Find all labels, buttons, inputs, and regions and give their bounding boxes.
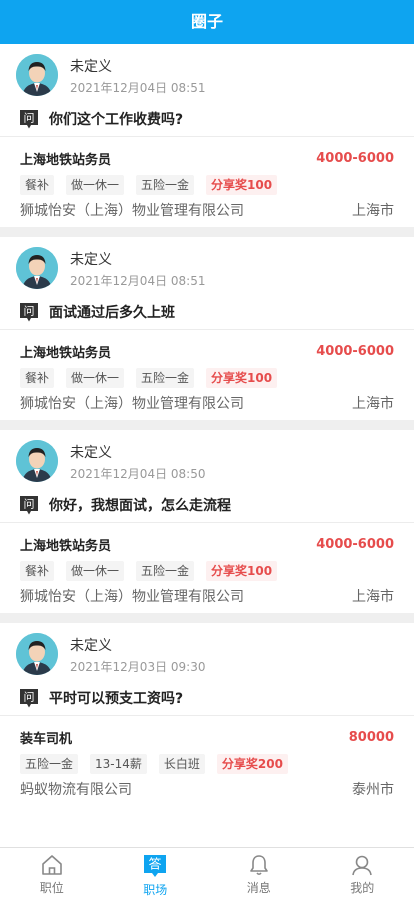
bell-icon bbox=[246, 853, 272, 877]
company-name: 蚂蚁物流有限公司 bbox=[20, 780, 132, 800]
user-name: 未定义 bbox=[70, 444, 205, 462]
job-city: 上海市 bbox=[352, 201, 394, 221]
svg-text:问: 问 bbox=[24, 305, 35, 318]
avatar[interactable] bbox=[16, 440, 58, 482]
job-tag: 餐补 bbox=[20, 561, 54, 581]
company-name: 狮城怡安（上海）物业管理有限公司 bbox=[20, 201, 244, 221]
question-block[interactable]: 未定义 2021年12月04日 08:51 问 面试通过后多久上班 bbox=[0, 237, 414, 330]
job-city: 泰州市 bbox=[352, 780, 394, 800]
tab-label: 我的 bbox=[350, 879, 374, 896]
question-text[interactable]: 你们这个工作收费吗? bbox=[49, 109, 183, 129]
tab-bar: 职位 答 职场 消息 我的 bbox=[0, 847, 414, 896]
job-tag: 做一休一 bbox=[66, 368, 124, 388]
question-block[interactable]: 未定义 2021年12月04日 08:51 问 你们这个工作收费吗? bbox=[0, 44, 414, 137]
question-text[interactable]: 你好，我想面试，怎么走流程 bbox=[49, 495, 231, 515]
svg-text:答: 答 bbox=[149, 857, 162, 873]
company-name: 狮城怡安（上海）物业管理有限公司 bbox=[20, 394, 244, 414]
tab-label: 职位 bbox=[40, 879, 64, 896]
home-icon bbox=[39, 853, 65, 877]
job-tag: 五险一金 bbox=[136, 175, 194, 195]
job-salary: 80000 bbox=[349, 730, 394, 745]
answer-icon: 答 bbox=[142, 853, 168, 879]
job-tag: 餐补 bbox=[20, 368, 54, 388]
bonus-tag: 分享奖100 bbox=[206, 561, 277, 581]
user-name: 未定义 bbox=[70, 637, 205, 655]
page-title: 圈子 bbox=[191, 12, 223, 31]
user-name: 未定义 bbox=[70, 251, 205, 269]
question-block[interactable]: 未定义 2021年12月04日 08:50 问 你好，我想面试，怎么走流程 bbox=[0, 430, 414, 523]
company-name: 狮城怡安（上海）物业管理有限公司 bbox=[20, 587, 244, 607]
job-tag: 五险一金 bbox=[20, 754, 78, 774]
post-card[interactable]: 未定义 2021年12月04日 08:50 问 你好，我想面试，怎么走流程 上海… bbox=[0, 430, 414, 613]
job-salary: 4000-6000 bbox=[316, 151, 394, 166]
job-tag: 五险一金 bbox=[136, 368, 194, 388]
job-title: 上海地铁站务员 bbox=[20, 342, 111, 361]
question-text[interactable]: 平时可以预支工资吗? bbox=[49, 688, 183, 708]
job-city: 上海市 bbox=[352, 394, 394, 414]
post-card[interactable]: 未定义 2021年12月03日 09:30 问 平时可以预支工资吗? 装车司机 … bbox=[0, 623, 414, 806]
post-time: 2021年12月04日 08:50 bbox=[70, 467, 205, 481]
job-salary: 4000-6000 bbox=[316, 537, 394, 552]
avatar[interactable] bbox=[16, 54, 58, 96]
job-city: 上海市 bbox=[352, 587, 394, 607]
tab-label: 职场 bbox=[143, 881, 167, 898]
question-block[interactable]: 未定义 2021年12月03日 09:30 问 平时可以预支工资吗? bbox=[0, 623, 414, 716]
job-tag: 长白班 bbox=[159, 754, 205, 774]
feed-list[interactable]: 未定义 2021年12月04日 08:51 问 你们这个工作收费吗? 上海地铁站… bbox=[0, 44, 414, 848]
tab-workplace[interactable]: 答 职场 bbox=[104, 848, 208, 896]
job-title: 装车司机 bbox=[20, 728, 72, 747]
bonus-tag: 分享奖100 bbox=[206, 175, 277, 195]
tab-profile[interactable]: 我的 bbox=[311, 848, 414, 896]
tab-jobs[interactable]: 职位 bbox=[0, 848, 104, 896]
job-tag: 13-14薪 bbox=[90, 754, 147, 774]
tab-label: 消息 bbox=[247, 879, 271, 896]
post-time: 2021年12月04日 08:51 bbox=[70, 81, 205, 95]
app-header: 圈子 bbox=[0, 0, 414, 44]
job-tag: 五险一金 bbox=[136, 561, 194, 581]
job-tag: 餐补 bbox=[20, 175, 54, 195]
job-card[interactable]: 上海地铁站务员 4000-6000 餐补 做一休一 五险一金 分享奖100 狮城… bbox=[0, 137, 414, 227]
job-tag: 做一休一 bbox=[66, 175, 124, 195]
svg-text:问: 问 bbox=[24, 691, 35, 704]
job-tag: 做一休一 bbox=[66, 561, 124, 581]
question-icon: 问 bbox=[19, 109, 39, 129]
job-title: 上海地铁站务员 bbox=[20, 535, 111, 554]
bonus-tag: 分享奖200 bbox=[217, 754, 288, 774]
avatar[interactable] bbox=[16, 247, 58, 289]
question-icon: 问 bbox=[19, 495, 39, 515]
question-icon: 问 bbox=[19, 688, 39, 708]
job-card[interactable]: 装车司机 80000 五险一金 13-14薪 长白班 分享奖200 蚂蚁物流有限… bbox=[0, 716, 414, 806]
question-icon: 问 bbox=[19, 302, 39, 322]
job-title: 上海地铁站务员 bbox=[20, 149, 111, 168]
post-time: 2021年12月03日 09:30 bbox=[70, 660, 205, 674]
svg-text:问: 问 bbox=[24, 498, 35, 511]
bonus-tag: 分享奖100 bbox=[206, 368, 277, 388]
job-card[interactable]: 上海地铁站务员 4000-6000 餐补 做一休一 五险一金 分享奖100 狮城… bbox=[0, 330, 414, 420]
svg-text:问: 问 bbox=[24, 112, 35, 125]
tab-messages[interactable]: 消息 bbox=[207, 848, 311, 896]
post-card[interactable]: 未定义 2021年12月04日 08:51 问 面试通过后多久上班 上海地铁站务… bbox=[0, 237, 414, 420]
user-name: 未定义 bbox=[70, 58, 205, 76]
divider bbox=[0, 613, 414, 623]
divider bbox=[0, 227, 414, 237]
user-icon bbox=[349, 853, 375, 877]
post-time: 2021年12月04日 08:51 bbox=[70, 274, 205, 288]
job-salary: 4000-6000 bbox=[316, 344, 394, 359]
divider bbox=[0, 420, 414, 430]
avatar[interactable] bbox=[16, 633, 58, 675]
post-card[interactable]: 未定义 2021年12月04日 08:51 问 你们这个工作收费吗? 上海地铁站… bbox=[0, 44, 414, 227]
job-card[interactable]: 上海地铁站务员 4000-6000 餐补 做一休一 五险一金 分享奖100 狮城… bbox=[0, 523, 414, 613]
question-text[interactable]: 面试通过后多久上班 bbox=[49, 302, 175, 322]
